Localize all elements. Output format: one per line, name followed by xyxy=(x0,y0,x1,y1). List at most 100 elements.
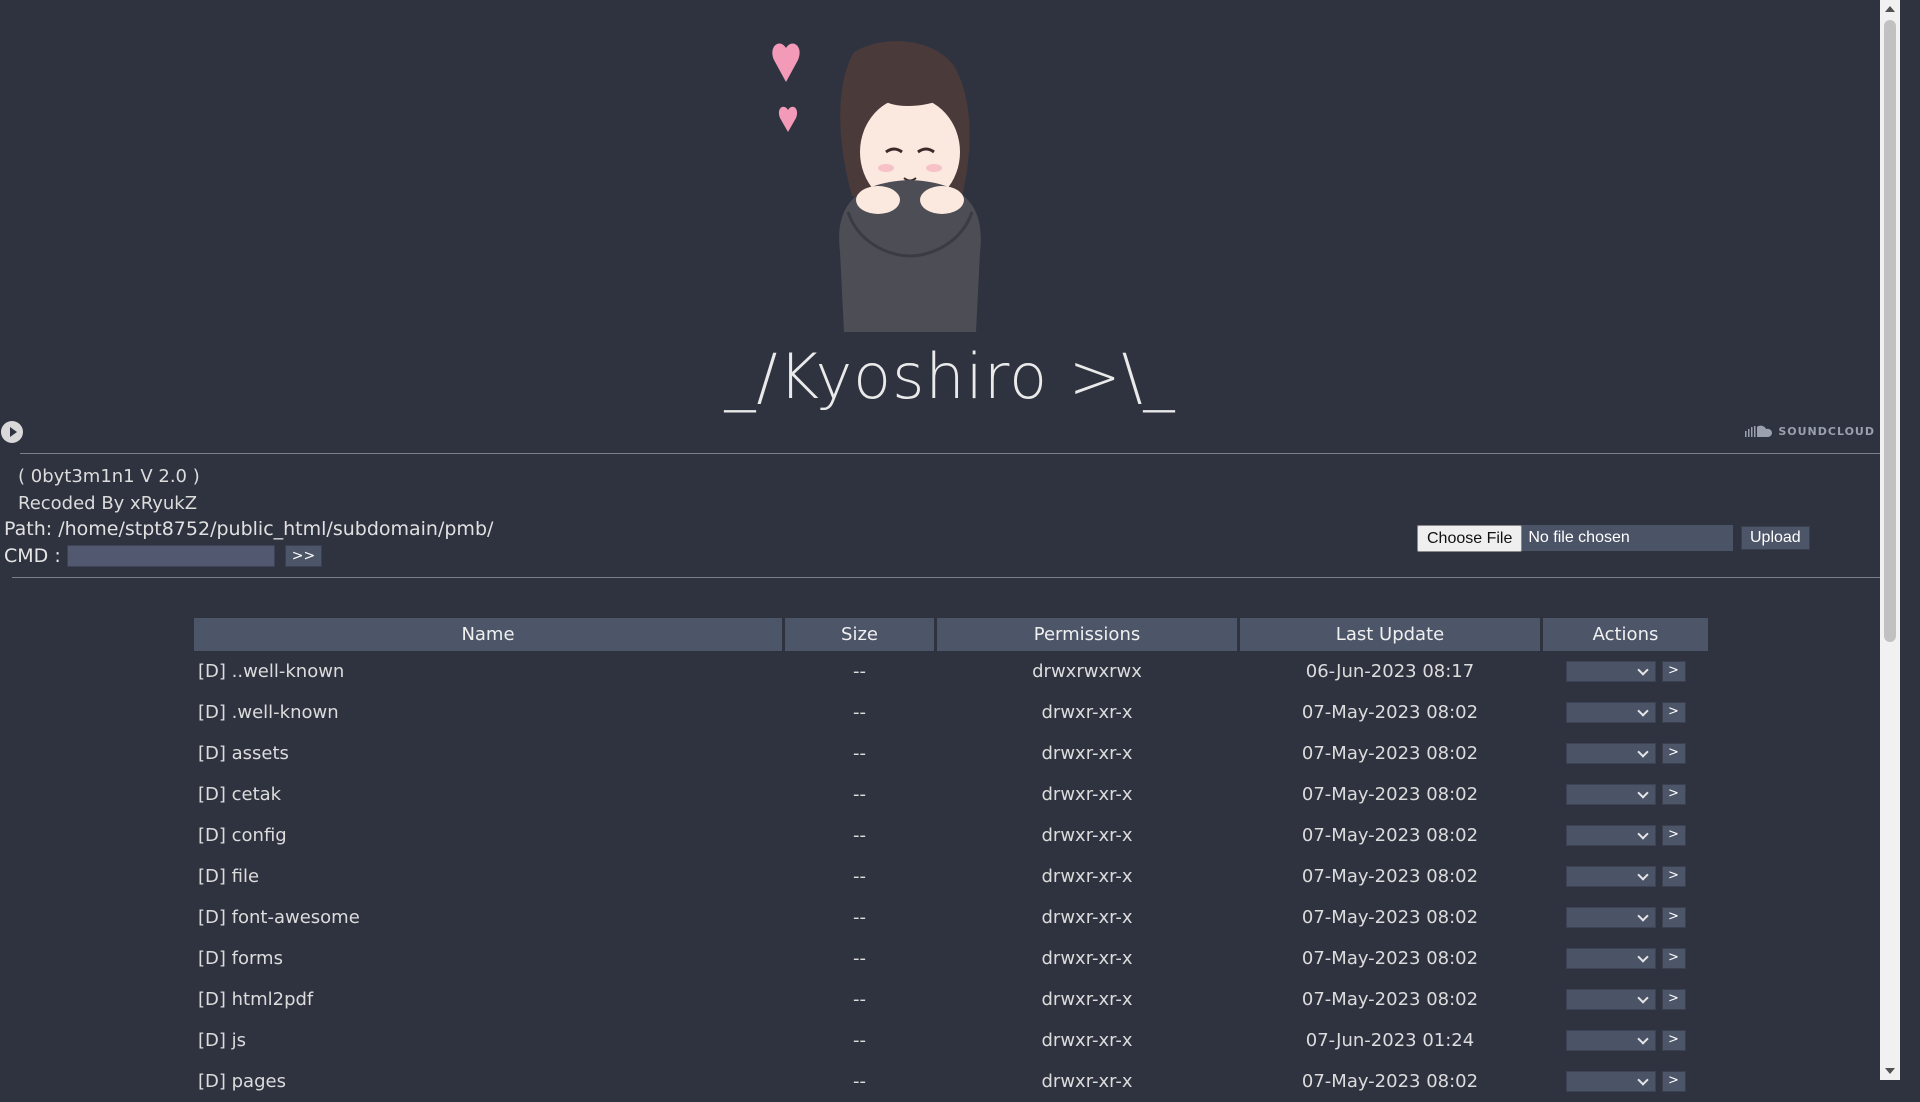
action-select[interactable] xyxy=(1565,825,1656,846)
file-size: -- xyxy=(853,784,866,805)
file-table: Name Size Permissions Last Update Action… xyxy=(191,618,1711,1102)
action-select[interactable] xyxy=(1565,1071,1656,1092)
column-header-actions: Actions xyxy=(1543,618,1708,651)
scroll-up-arrow-icon[interactable] xyxy=(1885,6,1895,12)
file-permissions[interactable]: drwxr-xr-x xyxy=(937,979,1237,1020)
path-value[interactable]: /home/stpt8752/public_html/subdomain/pmb… xyxy=(58,518,493,540)
column-header-permissions: Permissions xyxy=(937,618,1237,651)
file-last-update: 07-May-2023 08:02 xyxy=(1301,825,1479,846)
action-select[interactable] xyxy=(1565,661,1656,682)
action-go-button[interactable]: > xyxy=(1661,743,1686,764)
divider xyxy=(20,453,1892,454)
scroll-down-arrow-icon[interactable] xyxy=(1885,1068,1895,1074)
actions-cell: > xyxy=(1543,651,1708,692)
file-permissions[interactable]: drwxr-xr-x xyxy=(937,733,1237,774)
scrollbar[interactable] xyxy=(1880,0,1900,1080)
column-header-size: Size xyxy=(785,618,934,651)
file-name-link[interactable]: [D] ..well-known xyxy=(194,651,782,692)
actions-group: > xyxy=(1543,825,1708,846)
file-permissions[interactable]: drwxr-xr-x xyxy=(937,897,1237,938)
file-permissions[interactable]: drwxr-xr-x xyxy=(937,774,1237,815)
action-go-button[interactable]: > xyxy=(1661,661,1686,682)
action-go-button[interactable]: > xyxy=(1661,948,1686,969)
action-go-button[interactable]: > xyxy=(1661,825,1686,846)
upload-button[interactable]: Upload xyxy=(1741,526,1810,550)
action-go-button[interactable]: > xyxy=(1661,1071,1686,1092)
file-permissions[interactable]: drwxr-xr-x xyxy=(937,938,1237,979)
table-row: [D] assets -- drwxr-xr-x 07-May-2023 08:02 > xyxy=(194,733,1708,774)
actions-cell: > xyxy=(1543,774,1708,815)
scroll-thumb[interactable] xyxy=(1884,20,1896,642)
action-go-button[interactable]: > xyxy=(1661,866,1686,887)
actions-group: > xyxy=(1543,989,1708,1010)
action-go-button[interactable]: > xyxy=(1661,907,1686,928)
actions-cell: > xyxy=(1543,733,1708,774)
action-select[interactable] xyxy=(1565,743,1656,764)
play-icon[interactable] xyxy=(1,421,23,443)
action-select[interactable] xyxy=(1565,784,1656,805)
shell-info: ( 0byt3m1n1 V 2.0 ) Recoded By xRyukZ xyxy=(18,463,200,517)
file-permissions[interactable]: drwxr-xr-x xyxy=(937,856,1237,897)
file-name-link[interactable]: [D] file xyxy=(194,856,782,897)
table-row: [D] pages -- drwxr-xr-x 07-May-2023 08:02 > xyxy=(194,1061,1708,1102)
file-name-link[interactable]: [D] forms xyxy=(194,938,782,979)
file-permissions[interactable]: drwxr-xr-x xyxy=(937,692,1237,733)
action-go-button[interactable]: > xyxy=(1661,1030,1686,1051)
file-last-update: 06-Jun-2023 08:17 xyxy=(1305,661,1475,682)
file-name-link[interactable]: [D] config xyxy=(194,815,782,856)
actions-cell: > xyxy=(1543,897,1708,938)
file-size: -- xyxy=(853,825,866,846)
actions-group: > xyxy=(1543,1071,1708,1092)
version-text: ( 0byt3m1n1 V 2.0 ) xyxy=(18,466,200,487)
action-select[interactable] xyxy=(1565,907,1656,928)
actions-cell: > xyxy=(1543,815,1708,856)
file-permissions[interactable]: drwxr-xr-x xyxy=(937,1061,1237,1102)
cmd-submit-button[interactable]: >> xyxy=(284,545,323,567)
file-permissions[interactable]: drwxr-xr-x xyxy=(937,1020,1237,1061)
actions-cell: > xyxy=(1543,856,1708,897)
file-size: -- xyxy=(853,702,866,723)
file-permissions[interactable]: drwxrwxrwx xyxy=(937,651,1237,692)
actions-cell: > xyxy=(1543,979,1708,1020)
action-select[interactable] xyxy=(1565,948,1656,969)
file-name-link[interactable]: [D] assets xyxy=(194,733,782,774)
action-select[interactable] xyxy=(1565,989,1656,1010)
action-go-button[interactable]: > xyxy=(1661,784,1686,805)
table-row: [D] .well-known -- drwxr-xr-x 07-May-2023 0… xyxy=(194,692,1708,733)
file-last-update: 07-Jun-2023 01:24 xyxy=(1305,1030,1475,1051)
action-select[interactable] xyxy=(1565,866,1656,887)
file-name-link[interactable]: [D] js xyxy=(194,1020,782,1061)
action-select[interactable] xyxy=(1565,702,1656,723)
file-name-link[interactable]: [D] pages xyxy=(194,1061,782,1102)
file-last-update: 07-May-2023 08:02 xyxy=(1301,907,1479,928)
upload-form: Choose File No file chosen Upload xyxy=(1417,524,1810,552)
file-name-link[interactable]: [D] .well-known xyxy=(194,692,782,733)
table-row: [D] html2pdf -- drwxr-xr-x 07-May-2023 08:0… xyxy=(194,979,1708,1020)
column-header-last-update: Last Update xyxy=(1240,618,1540,651)
file-name-link[interactable]: [D] cetak xyxy=(194,774,782,815)
table-row: [D] js -- drwxr-xr-x 07-Jun-2023 01:24 > xyxy=(194,1020,1708,1061)
cmd-label: CMD : xyxy=(4,545,61,567)
action-go-button[interactable]: > xyxy=(1661,702,1686,723)
action-select[interactable] xyxy=(1565,1030,1656,1051)
table-row: [D] forms -- drwxr-xr-x 07-May-2023 08:02 > xyxy=(194,938,1708,979)
page: _/Kyoshiro >\_ SOUNDCLOUD ( 0byt3m1n1 V … xyxy=(0,0,1900,1092)
path-row: Path: /home/stpt8752/public_html/subdoma… xyxy=(4,518,493,540)
path-label: Path: xyxy=(4,518,53,540)
file-name-link[interactable]: [D] html2pdf xyxy=(194,979,782,1020)
soundcloud-logo[interactable]: SOUNDCLOUD xyxy=(1745,424,1875,438)
file-size: -- xyxy=(853,907,866,928)
page-title: _/Kyoshiro >\_ xyxy=(724,340,1176,413)
actions-cell: > xyxy=(1543,692,1708,733)
file-name-link[interactable]: [D] font-awesome xyxy=(194,897,782,938)
file-input[interactable]: Choose File No file chosen xyxy=(1417,524,1733,552)
cmd-input[interactable] xyxy=(66,545,275,567)
file-permissions[interactable]: drwxr-xr-x xyxy=(937,815,1237,856)
table-row: [D] ..well-known -- drwxrwxrwx 06-Jun-2023 … xyxy=(194,651,1708,692)
file-size: -- xyxy=(853,743,866,764)
table-row: [D] config -- drwxr-xr-x 07-May-2023 08:02 > xyxy=(194,815,1708,856)
choose-file-button[interactable]: Choose File xyxy=(1417,524,1523,552)
column-header-name: Name xyxy=(194,618,782,651)
file-last-update: 07-May-2023 08:02 xyxy=(1301,784,1479,805)
action-go-button[interactable]: > xyxy=(1661,989,1686,1010)
